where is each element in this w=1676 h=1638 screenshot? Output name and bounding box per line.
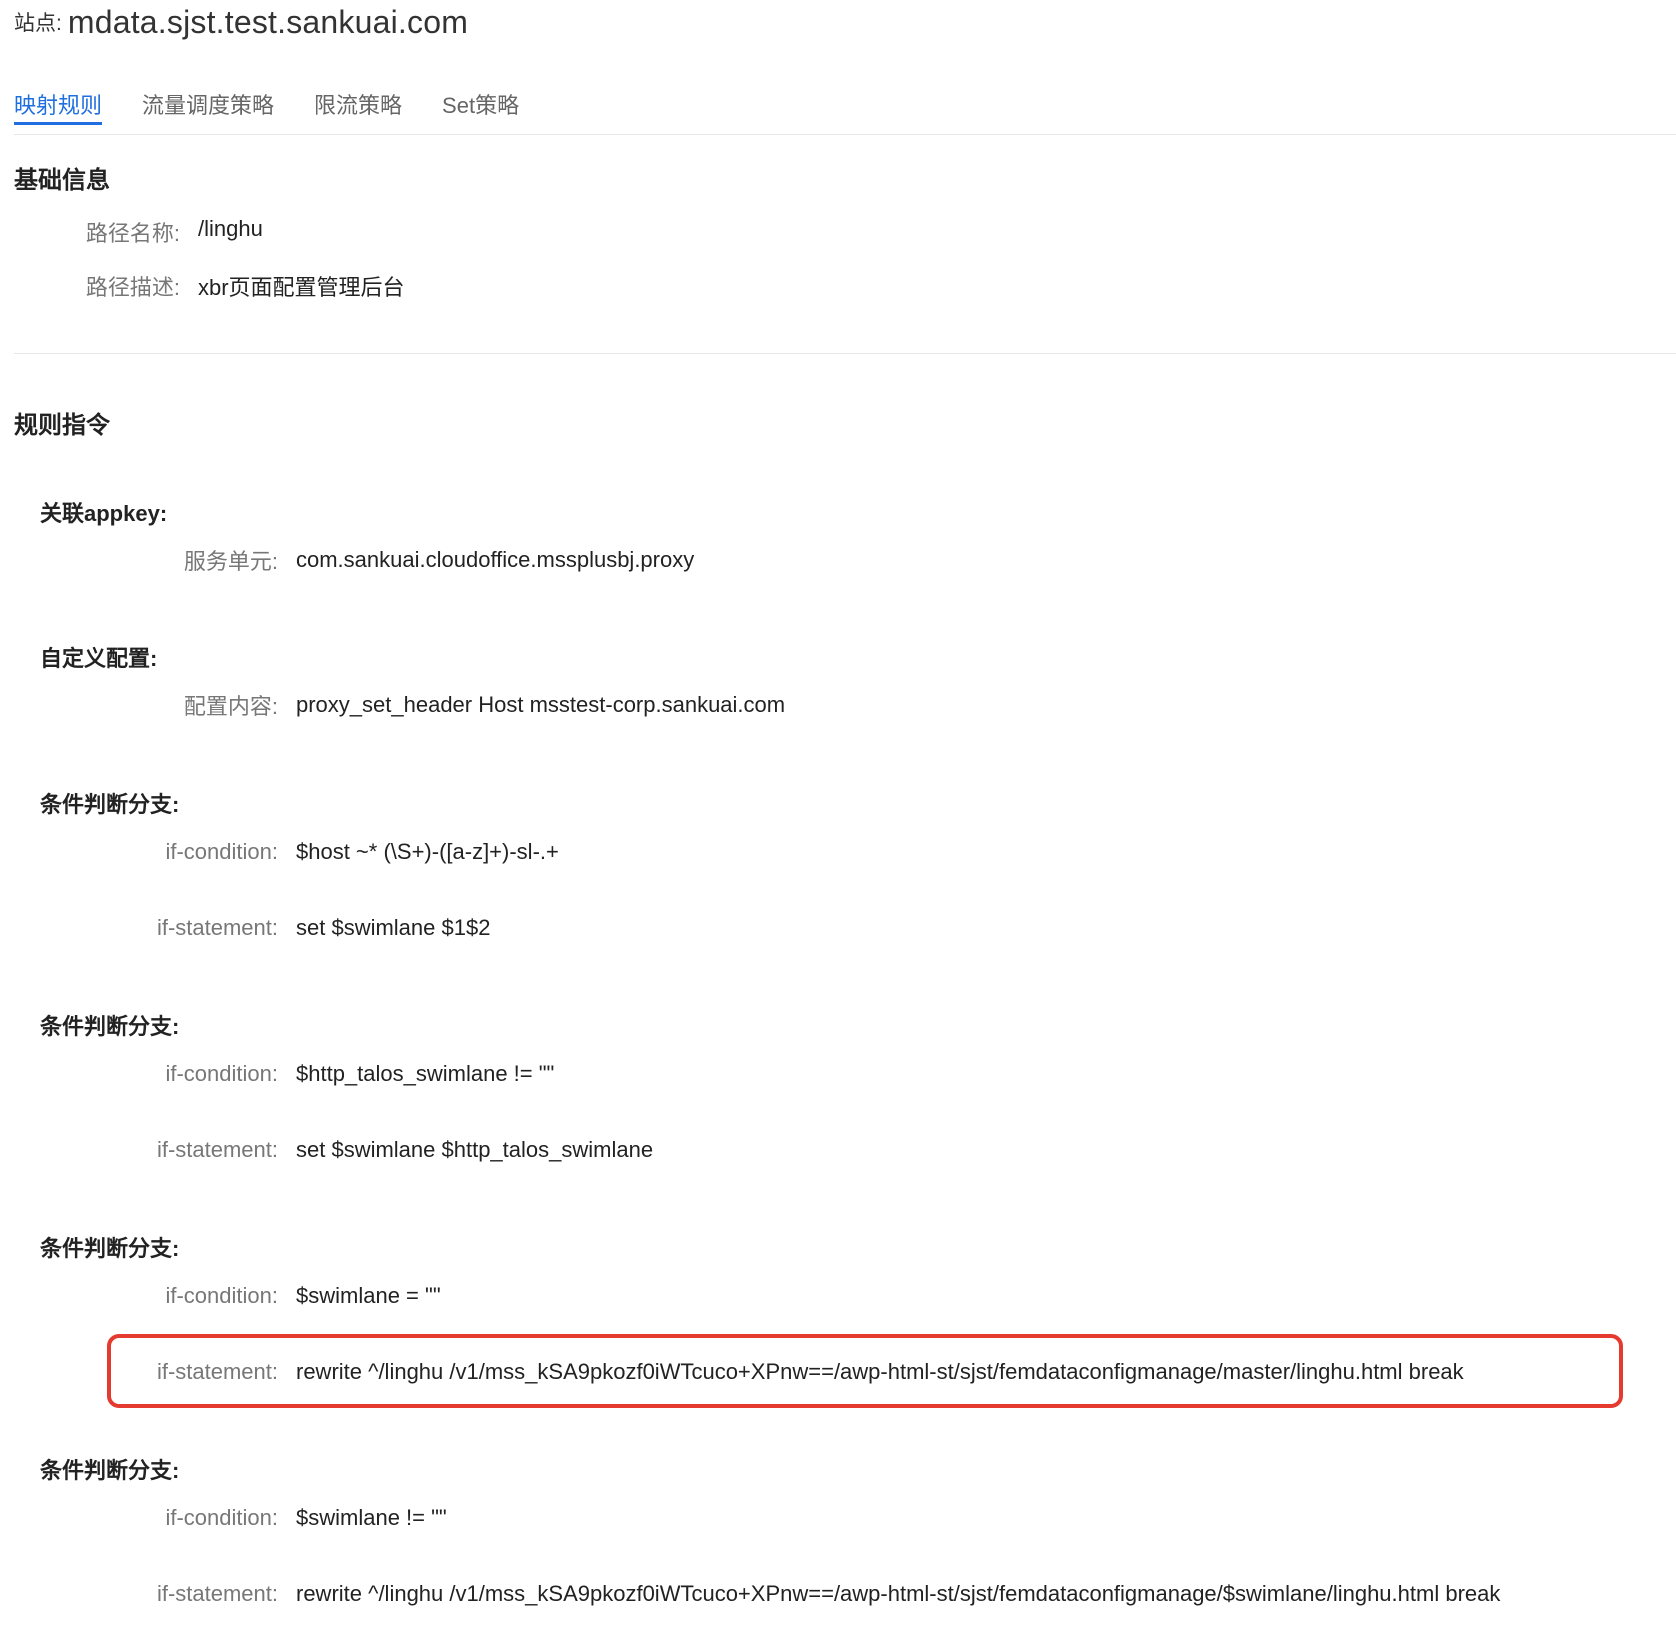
if-statement-row: if-statement: set $swimlane $1$2	[100, 893, 491, 963]
tabs-divider	[14, 134, 1676, 135]
tab-bar: 映射规则 流量调度策略 限流策略 Set策略	[14, 80, 559, 135]
rules-title: 规则指令	[14, 412, 110, 439]
if-statement-label: if-statement:	[156, 915, 278, 940]
if-condition-value: $http_talos_swimlane != ""	[296, 1061, 555, 1086]
custom-config-title: 自定义配置:	[40, 646, 158, 671]
config-content-row: 配置内容: proxy_set_header Host msstest-corp…	[100, 670, 785, 740]
if-statement-value: set $swimlane $1$2	[296, 915, 491, 940]
if-statement-label: if-statement:	[156, 1359, 278, 1384]
if-condition-label: if-condition:	[165, 1283, 278, 1308]
service-unit-value: com.sankuai.cloudoffice.mssplusbj.proxy	[296, 547, 695, 572]
if-statement-value: rewrite ^/linghu /v1/mss_kSA9pkozf0iWTcu…	[296, 1359, 1464, 1384]
path-desc-value: xbr页面配置管理后台	[198, 275, 405, 300]
service-unit-row: 服务单元: com.sankuai.cloudoffice.mssplusbj.…	[100, 525, 694, 595]
site-header: 站点: mdata.sjst.test.sankuai.com	[14, 0, 468, 44]
tab-traffic-scheduling[interactable]: 流量调度策略	[142, 80, 274, 125]
if-condition-row: if-condition: $host ~* (\S+)-([a-z]+)-sl…	[100, 817, 559, 887]
if-condition-label: if-condition:	[165, 1505, 278, 1530]
site-name: mdata.sjst.test.sankuai.com	[67, 3, 469, 40]
if-statement-row: if-statement: rewrite ^/linghu /v1/mss_k…	[100, 1337, 1464, 1407]
config-content-value: proxy_set_header Host msstest-corp.sanku…	[296, 692, 786, 717]
if-condition-label: if-condition:	[165, 1061, 278, 1086]
if-statement-label: if-statement:	[156, 1581, 278, 1606]
path-desc-row: 路径描述: xbr页面配置管理后台	[0, 270, 405, 302]
appkey-title: 关联appkey:	[40, 501, 168, 526]
section-divider	[14, 353, 1676, 354]
config-content-label: 配置内容:	[183, 694, 278, 719]
branch-title: 条件判断分支:	[40, 1014, 180, 1039]
path-name-row: 路径名称: /linghu	[0, 216, 263, 248]
branch-title: 条件判断分支:	[40, 792, 180, 817]
if-condition-label: if-condition:	[165, 839, 278, 864]
if-statement-row: if-statement: rewrite ^/linghu /v1/mss_k…	[100, 1559, 1500, 1629]
if-condition-row: if-condition: $swimlane = ""	[100, 1261, 441, 1331]
branch-title: 条件判断分支:	[40, 1236, 180, 1261]
page: 站点: mdata.sjst.test.sankuai.com 映射规则 流量调…	[0, 0, 1676, 1638]
tab-mapping-rules[interactable]: 映射规则	[14, 80, 103, 125]
if-statement-label: if-statement:	[156, 1137, 278, 1162]
path-desc-label: 路径描述:	[85, 275, 180, 300]
tab-rate-limit[interactable]: 限流策略	[314, 80, 402, 125]
if-condition-value: $host ~* (\S+)-([a-z]+)-sl-.+	[296, 839, 559, 864]
if-condition-row: if-condition: $http_talos_swimlane != ""	[100, 1039, 554, 1109]
tab-set-policy[interactable]: Set策略	[442, 80, 519, 125]
basic-info-title: 基础信息	[14, 167, 110, 194]
service-unit-label: 服务单元:	[183, 549, 278, 574]
if-statement-value: set $swimlane $http_talos_swimlane	[296, 1137, 654, 1162]
if-condition-value: $swimlane != ""	[296, 1505, 447, 1530]
path-name-value: /linghu	[198, 216, 263, 241]
branch-title: 条件判断分支:	[40, 1458, 180, 1483]
if-statement-value: rewrite ^/linghu /v1/mss_kSA9pkozf0iWTcu…	[296, 1581, 1501, 1606]
site-label: 站点:	[14, 12, 62, 35]
path-name-label: 路径名称:	[85, 221, 180, 246]
if-statement-row: if-statement: set $swimlane $http_talos_…	[100, 1115, 653, 1185]
if-condition-row: if-condition: $swimlane != ""	[100, 1483, 447, 1553]
if-condition-value: $swimlane = ""	[296, 1283, 441, 1308]
